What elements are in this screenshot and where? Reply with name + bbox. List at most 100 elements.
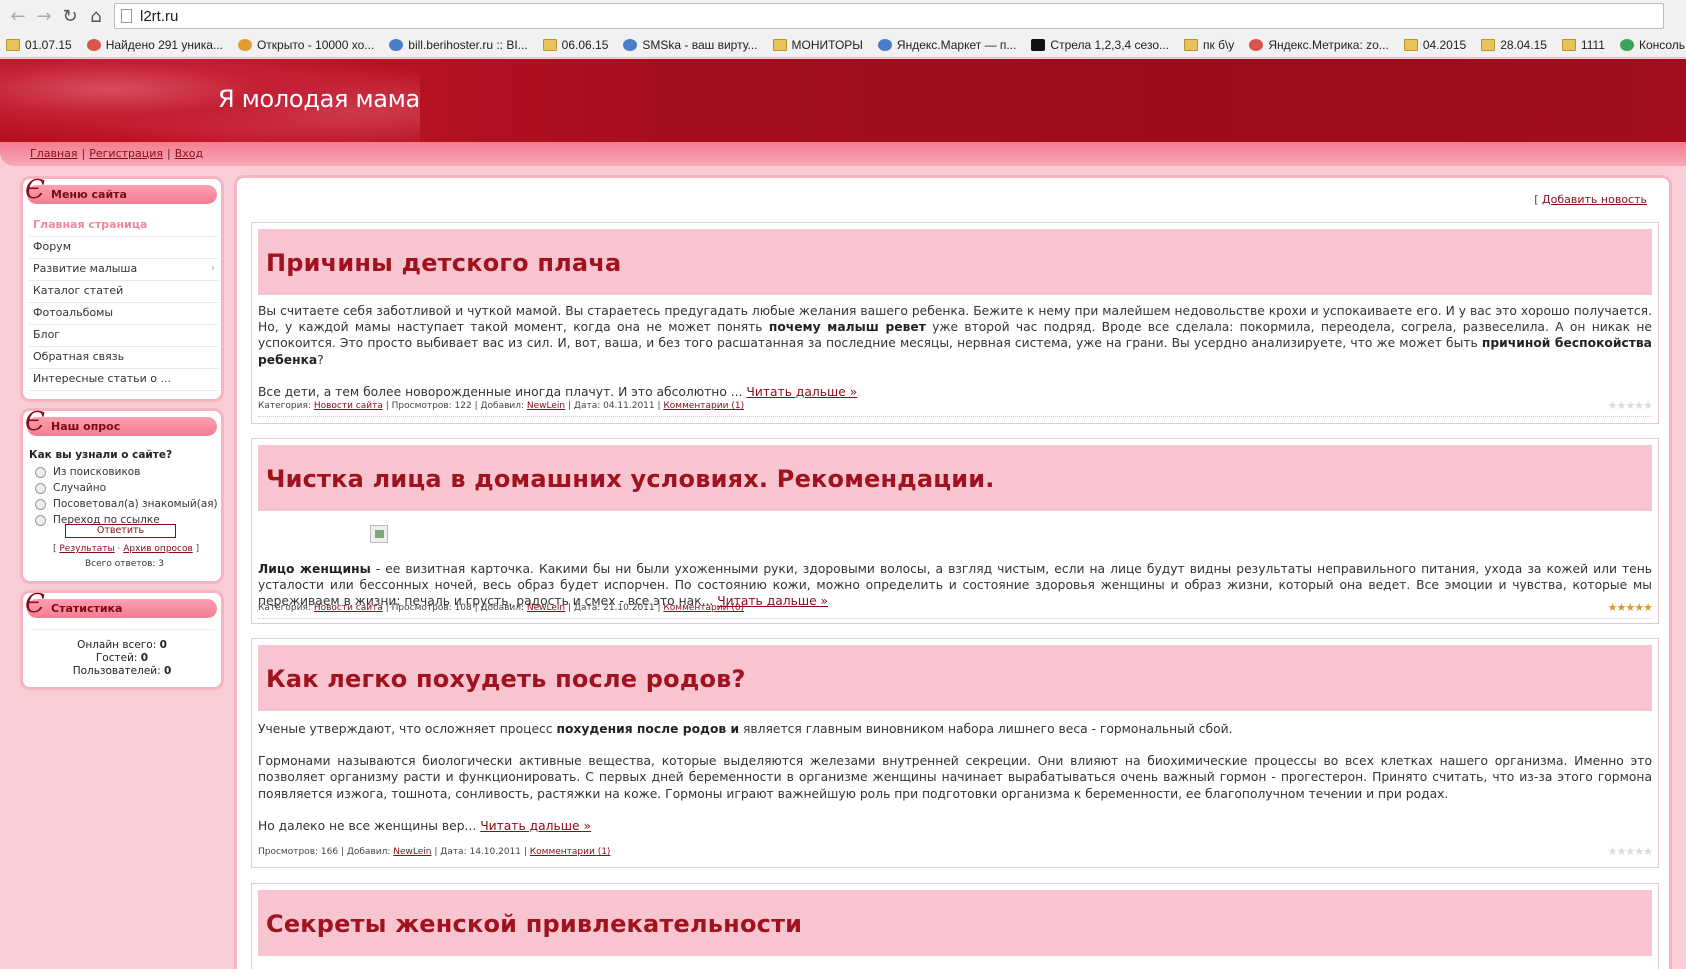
favicon-icon (86, 38, 101, 51)
poll-option-label: Случайно (53, 482, 107, 494)
divider (258, 416, 1652, 417)
bookmark[interactable]: Найдено 291 уника... (86, 37, 223, 52)
radio-button[interactable] (35, 514, 46, 526)
box-title: Статистика (51, 602, 123, 615)
poll-archive-link[interactable]: Архив опросов (123, 544, 193, 554)
bookmark-label: МОНИТОРЫ (791, 37, 863, 52)
menu-item-blog[interactable]: Блог (29, 325, 219, 347)
radio-button[interactable] (35, 482, 46, 494)
bookmark[interactable]: 01.07.15 (6, 38, 72, 52)
star-icon[interactable]: ★ (1608, 601, 1618, 614)
home-icon[interactable]: ⌂ (84, 4, 108, 28)
star-icon[interactable]: ★ (1625, 845, 1635, 858)
bookmark[interactable]: Открыто - 10000 хо... (237, 38, 374, 52)
star-icon[interactable]: ★ (1634, 399, 1644, 412)
bookmark[interactable]: Яндекс.Маркет — п... (877, 38, 1016, 52)
category-link[interactable]: Новости сайта (314, 603, 383, 613)
bookmark[interactable]: Яндекс.Метрика: zo... (1249, 38, 1389, 52)
address-bar[interactable]: l2rt.ru (114, 3, 1664, 29)
comments-link[interactable]: Комментарии (0) (663, 603, 744, 613)
meta-label: Добавил: (480, 603, 525, 613)
meta-label: Добавил: (480, 401, 525, 411)
nav-register-link[interactable]: Регистрация (89, 147, 163, 160)
menu-item-interesting[interactable]: Интересные статьи о ... (29, 369, 219, 391)
bookmark[interactable]: 06.06.15 (542, 37, 609, 52)
rating-stars[interactable]: ★★★★★ (1608, 399, 1653, 412)
poll-option[interactable]: Из поисковиков (35, 466, 140, 478)
text: ? (317, 352, 324, 367)
star-icon[interactable]: ★ (1643, 399, 1653, 412)
article-title[interactable]: Секреты женской привлекательности (266, 910, 802, 938)
star-icon[interactable]: ★ (1643, 601, 1653, 614)
bookmark[interactable]: Консоль › Лу (1619, 38, 1686, 52)
folder-icon (1184, 38, 1199, 51)
forward-icon[interactable]: → (32, 4, 56, 28)
views-count: Просмотров: 108 (391, 603, 472, 613)
bookmark[interactable]: 04.2015 (1403, 38, 1466, 52)
bookmark[interactable]: bill.berihoster.ru :: BI... (389, 37, 528, 52)
bookmark-label: bill.berihoster.ru :: BI... (408, 37, 528, 52)
menu-item-articles[interactable]: Каталог статей (29, 281, 219, 303)
star-icon[interactable]: ★ (1608, 399, 1618, 412)
read-more-link[interactable]: Читать дальше » (480, 819, 591, 833)
bookmark-label: 06.06.15 (561, 37, 609, 52)
comments-link[interactable]: Комментарии (1) (530, 847, 611, 857)
reload-icon[interactable]: ↻ (58, 4, 82, 28)
news-article: Секреты женской привлекательности (251, 883, 1659, 969)
favicon-icon (1619, 38, 1634, 51)
poll-option[interactable]: Случайно (35, 482, 106, 494)
bookmark[interactable]: 28.04.15 (1481, 38, 1547, 52)
article-title[interactable]: Как легко похудеть после родов? (266, 665, 746, 693)
article-title[interactable]: Причины детского плача (266, 249, 621, 277)
article-paragraph: Гормонами называются биологически активн… (258, 754, 1652, 801)
site-header: Я молодая мама (0, 59, 1686, 142)
stats-label: Пользователей: (72, 665, 161, 677)
bookmark[interactable]: МОНИТОРЫ (772, 37, 863, 52)
radio-button[interactable] (35, 498, 46, 510)
article-title[interactable]: Чистка лица в домашних условиях. Рекомен… (266, 465, 995, 493)
menu-item-baby-development[interactable]: Развитие малыша › (29, 259, 219, 281)
bookmark[interactable]: SMSka - ваш вирту... (623, 38, 758, 52)
poll-option[interactable]: Посоветовал(а) знакомый(ая) (35, 498, 218, 510)
radio-button[interactable] (35, 466, 46, 478)
article-paragraph: Все дети, а тем более новорожденные иног… (258, 384, 1652, 400)
bookmark[interactable]: 1111 (1561, 38, 1605, 52)
stats-label: Гостей: (95, 652, 138, 664)
menu-item-photos[interactable]: Фотоальбомы (29, 303, 219, 325)
rating-stars[interactable]: ★★★★★ (1608, 845, 1653, 858)
star-icon[interactable]: ★ (1625, 399, 1635, 412)
poll-results-link[interactable]: Результаты (59, 544, 114, 554)
rating-stars[interactable]: ★★★★★ (1608, 601, 1653, 614)
bookmark[interactable]: Стрела 1,2,3,4 сезо... (1031, 38, 1169, 52)
back-icon[interactable]: ← (6, 4, 30, 28)
author-link[interactable]: NewLein (393, 847, 431, 857)
star-icon[interactable]: ★ (1634, 601, 1644, 614)
nav-home-link[interactable]: Главная (30, 147, 78, 160)
star-icon[interactable]: ★ (1643, 845, 1653, 858)
article-title-bar: Чистка лица в домашних условиях. Рекомен… (258, 445, 1652, 511)
meta-label: Категория: (258, 401, 311, 411)
star-icon[interactable]: ★ (1608, 845, 1618, 858)
comments-link[interactable]: Комментарии (1) (663, 401, 744, 411)
read-more-link[interactable]: Читать дальше » (746, 385, 857, 399)
nav-login-link[interactable]: Вход (175, 147, 203, 160)
menu-item-forum[interactable]: Форум (29, 237, 219, 259)
bookmark[interactable]: пк б\у (1184, 38, 1234, 52)
bookmarks-bar: 01.07.15 Найдено 291 уника... Открыто - … (0, 32, 1686, 57)
author-link[interactable]: NewLein (527, 603, 565, 613)
address-url[interactable]: l2rt.ru (140, 8, 178, 25)
stats-value: 0 (164, 665, 172, 677)
add-news-link[interactable]: Добавить новость (1542, 193, 1647, 206)
menu-item-label: Развитие малыша (33, 262, 138, 275)
star-icon[interactable]: ★ (1625, 601, 1635, 614)
bookmark-label: Найдено 291 уника... (105, 37, 223, 52)
star-icon[interactable]: ★ (1634, 845, 1644, 858)
favicon-icon (623, 38, 638, 51)
folder-icon (1561, 38, 1576, 51)
text: Все дети, а тем более новорожденные иног… (258, 384, 743, 399)
poll-submit-button[interactable]: Ответить (65, 524, 176, 538)
menu-item-feedback[interactable]: Обратная связь (29, 347, 219, 369)
category-link[interactable]: Новости сайта (314, 401, 383, 411)
author-link[interactable]: NewLein (527, 401, 565, 411)
menu-item-home[interactable]: Главная страница (29, 215, 219, 237)
